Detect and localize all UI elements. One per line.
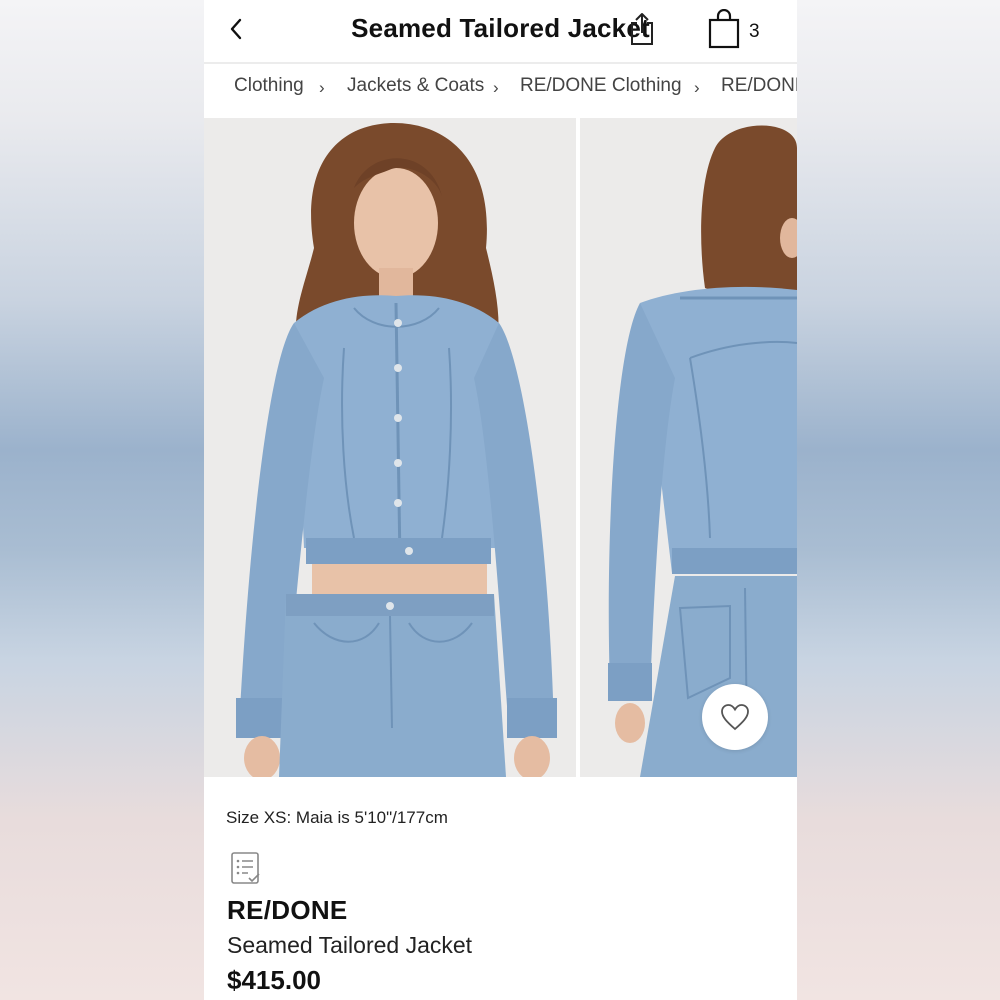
model-back-photo[interactable] bbox=[580, 118, 797, 777]
breadcrumb-separator: › bbox=[493, 78, 499, 97]
model-size-note: Size XS: Maia is 5'10"/177cm bbox=[226, 808, 448, 827]
product-details-button[interactable] bbox=[228, 850, 264, 886]
share-icon bbox=[631, 13, 653, 45]
model-front-photo[interactable] bbox=[204, 118, 576, 777]
list-details-icon bbox=[231, 852, 260, 884]
breadcrumb-item-clothing[interactable]: Clothing bbox=[234, 75, 304, 97]
breadcrumb-item-jackets-coats[interactable]: Jackets & Coats bbox=[347, 75, 484, 97]
breadcrumb-item-redone[interactable]: RE/DONE bbox=[721, 75, 797, 97]
breadcrumb-item-redone-clothing[interactable]: RE/DONE Clothing bbox=[520, 75, 682, 97]
shopping-bag-icon bbox=[708, 8, 740, 49]
shopping-bag-button[interactable] bbox=[707, 8, 741, 49]
heart-icon bbox=[721, 704, 749, 731]
breadcrumb-separator: › bbox=[319, 78, 325, 97]
breadcrumb-separator: › bbox=[694, 78, 700, 97]
product-brand[interactable]: RE/DONE bbox=[227, 895, 348, 926]
wishlist-button[interactable] bbox=[702, 684, 768, 750]
product-price: $415.00 bbox=[227, 965, 321, 995]
product-name: Seamed Tailored Jacket bbox=[227, 932, 473, 958]
top-app-bar: Seamed Tailored Jacket 3 bbox=[204, 0, 797, 62]
share-button[interactable] bbox=[628, 11, 656, 47]
breadcrumb: Clothing › Jackets & Coats › RE/DONE Clo… bbox=[204, 64, 797, 118]
mobile-screen: Seamed Tailored Jacket 3 Clothing › Jack… bbox=[204, 0, 797, 1000]
bag-count-badge: 3 bbox=[749, 21, 760, 42]
product-image-carousel[interactable] bbox=[204, 118, 797, 777]
